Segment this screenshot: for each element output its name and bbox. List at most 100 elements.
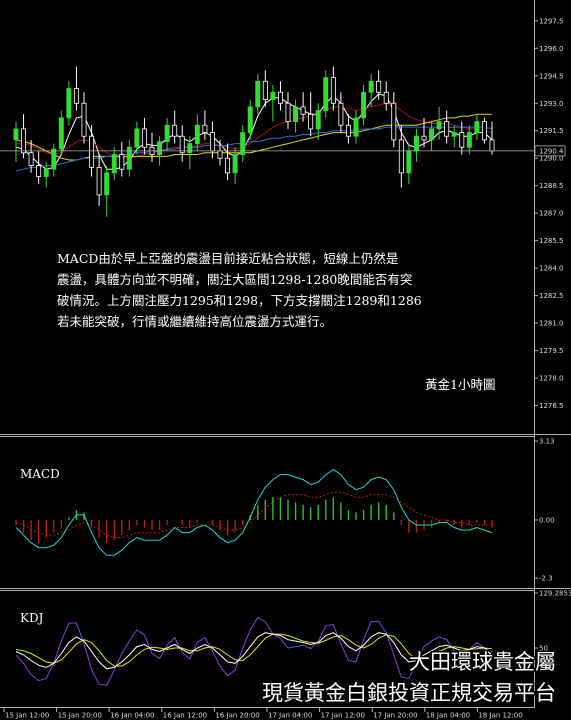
candle-body [217,150,223,159]
candle-body [225,157,231,174]
kdj-tick-label: 129.2853 [539,590,571,598]
candle-body [451,132,457,137]
candle-body [293,106,299,122]
annotation-line-2: 震盪，具體方向並不明確，關注大區間1298-1280晚間能否有突 [57,272,412,287]
price-tick-label: 1285.5 [539,237,564,245]
candle-body [300,106,306,115]
candle-body [323,77,329,111]
candle-body [474,121,480,133]
candle-body [466,132,472,148]
price-tick-label: 1297.5 [539,17,564,25]
candle-body [429,128,435,141]
candle-body [179,135,185,154]
candle-body [444,121,450,137]
macd-label: MACD [20,467,60,481]
time-tick-label: 17 Jan 12:00 [321,712,365,720]
candle-body [247,106,253,133]
macd-tick-label: -2.3 [539,575,553,583]
candle-body [262,80,268,100]
candle-body [255,80,261,108]
time-tick-label: 16 Jan 12:00 [163,712,207,720]
candle-body [51,148,57,170]
candle-body [338,102,344,126]
candle-body [232,154,238,174]
candle-body [141,128,147,148]
time-tick-label: 16 Jan 20:00 [215,712,259,720]
watermark-line-1: 大田環球貴金屬 [409,650,556,674]
candle-body [413,135,419,152]
candle-body [172,124,178,137]
candle-body [28,152,34,166]
candle-body [13,128,19,141]
chart-title: 黃金1小時圖 [425,377,495,392]
annotation-line-1: MACD由於早上亞盤的震盪目前接近粘合狀態，短線上仍然是 [57,251,399,266]
time-tick-label: 18 Jan 12:00 [478,712,522,720]
macd-tick-label: 0.00 [539,516,555,524]
candle-body [481,121,487,141]
annotation-line-3: 破情況。上方關注壓力1295和1298，下方支撐關注1289和1286 [57,293,422,308]
time-tick-label: 18 Jan 04:00 [426,712,470,720]
candle-body [119,154,125,170]
price-tick-label: 1294.5 [539,72,564,80]
price-tick-label: 1293.0 [539,100,564,108]
candle-body [421,135,427,141]
price-tick-label: 1288.5 [539,182,564,190]
candle-body [353,117,359,137]
candle-body [157,141,163,155]
candle-body [459,132,465,148]
current-price-label: 1290.4 [539,147,564,155]
candle-body [111,154,117,174]
candle-body [376,80,382,93]
candle-body [104,172,110,196]
candle-body [187,143,193,154]
time-tick-label: 17 Jan 04:00 [268,712,312,720]
candle-body [315,110,321,130]
kdj-label: KDJ [20,611,44,625]
time-tick-label: 16 Jan 04:00 [110,712,154,720]
candle-body [330,77,336,104]
time-tick-label: 15 Jan 20:00 [58,712,102,720]
macd-tick-label: 3.13 [539,438,555,446]
candle-body [58,117,64,150]
watermark-line-2: 現貨黃金白銀投資正規交易平台 [262,681,556,705]
candle-body [308,113,314,130]
candle-body [202,124,208,133]
candle-body [489,139,495,152]
price-tick-label: 1287.0 [539,210,564,218]
candle-body [81,102,87,137]
candle-body [270,91,276,100]
candle-body [361,91,367,119]
candle-body [436,121,442,130]
candle-body [391,102,397,141]
candle-body [209,132,215,152]
gold-1h-chart: 1297.51296.01294.51293.01291.51290.01288… [0,0,571,720]
candle-body [73,88,79,104]
annotation-line-4: 若未能突破，行情或繼續維持高位震盪方式運行。 [57,314,332,329]
price-tick-label: 1276.5 [539,402,564,410]
candle-body [406,150,412,174]
candle-body [43,168,49,177]
candle-body [277,91,283,104]
candle-body [345,124,351,137]
price-axis: 1297.51296.01294.51293.01291.51290.01288… [534,17,564,410]
price-tick-label: 1296.0 [539,45,564,53]
price-tick-label: 1281.0 [539,320,564,328]
candle-body [36,165,42,177]
price-tick-label: 1291.5 [539,127,564,135]
price-tick-label: 1279.5 [539,347,564,355]
candle-body [383,91,389,104]
time-tick-label: 15 Jan 12:00 [5,712,49,720]
candle-body [285,102,291,122]
candle-body [89,135,95,168]
candle-body [194,124,200,144]
candle-body [398,139,404,174]
price-tick-label: 1284.0 [539,265,564,273]
price-tick-label: 1278.0 [539,375,564,383]
time-tick-label: 17 Jan 20:00 [373,712,417,720]
candle-body [368,80,374,93]
candle-body [134,128,140,148]
candle-body [66,88,72,119]
candle-body [21,128,27,154]
candle-body [164,124,170,143]
candle-body [96,166,102,196]
